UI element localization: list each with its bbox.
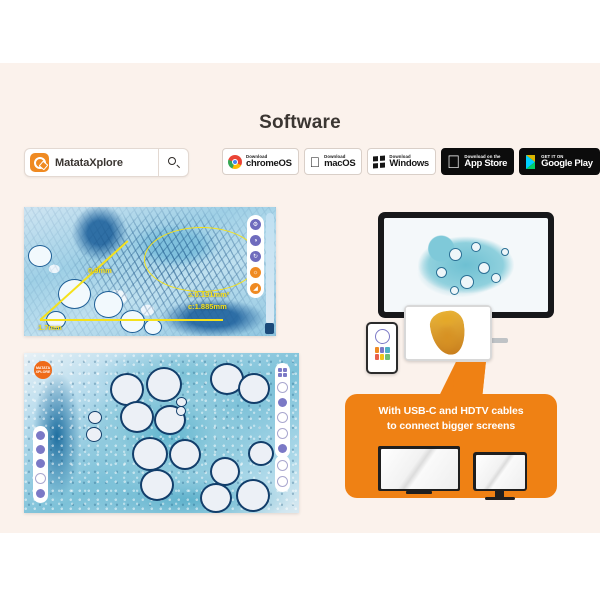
photo-icon[interactable] — [36, 445, 45, 454]
rotate-icon[interactable]: ↻ — [250, 251, 261, 262]
circle-icon[interactable] — [35, 473, 46, 484]
image-scrollbar[interactable] — [266, 213, 274, 325]
measurement-horizontal-label: 1.7mm — [38, 323, 62, 332]
measurement-area-label: s:0.191mm² — [188, 290, 230, 299]
tablet-device — [404, 305, 492, 361]
zoom-out-icon[interactable] — [277, 476, 288, 487]
contrast-icon[interactable]: ◑ — [250, 235, 261, 246]
badge-main: macOS — [313, 157, 356, 169]
layers-icon[interactable] — [278, 444, 287, 453]
thumbnail-preview[interactable] — [265, 323, 274, 334]
specimen-preview — [403, 223, 529, 307]
callout-tail — [438, 362, 486, 398]
tablet-screen — [406, 307, 490, 359]
video-icon[interactable] — [36, 459, 45, 468]
smartphone-device — [366, 322, 398, 374]
apple-icon:  — [310, 155, 321, 169]
capture-screenshot-card: 0.9mm 1.7mm s:0.191mm² c:1.885mm ⚙ ◑ ↻ ☼… — [24, 207, 276, 336]
app-watermark-badge: MATATA XPLORE — [34, 361, 52, 379]
gallery-screenshot-card: MATATA XPLORE — [24, 353, 299, 513]
brightness-icon[interactable]: ☼ — [250, 267, 261, 278]
monitor-screen-icon — [473, 452, 527, 500]
measure-icon[interactable]: ◢ — [250, 283, 261, 294]
measurement-diagonal-label: 0.9mm — [88, 266, 112, 275]
chrome-icon — [228, 154, 242, 169]
settings-icon[interactable] — [36, 489, 45, 498]
badge-google-play[interactable]: GET IT ON Google Play — [519, 148, 600, 175]
apple-icon:  — [447, 153, 461, 171]
callout-line-2: to connect bigger screens — [386, 420, 516, 433]
contrast-icon[interactable] — [278, 398, 287, 407]
search-icon — [168, 157, 180, 168]
badge-main: chromeOS — [246, 157, 292, 169]
rotate-icon[interactable] — [277, 412, 288, 423]
measurement-circumference-label: c:1.885mm — [188, 302, 227, 311]
badge-text: MATATA XPLORE — [35, 365, 51, 374]
phone-screen — [368, 324, 396, 372]
badge-main: Windows — [378, 157, 429, 169]
desktop-monitor — [378, 212, 554, 318]
software-page: Software MatataXplore Download chromeOS … — [0, 0, 600, 600]
badge-windows[interactable]: Download Windows — [367, 148, 436, 175]
tv-screen-icon — [378, 446, 460, 494]
badge-app-store[interactable]:  Download on the App Store — [440, 148, 515, 175]
badge-main: App Store — [440, 157, 507, 169]
callout-text: With USB-C and HDTV cables to connect bi… — [345, 404, 557, 434]
badge-main: Google Play — [517, 157, 593, 169]
device-cluster — [348, 212, 570, 374]
phone-dial-icon — [374, 329, 390, 344]
zoom-in-icon[interactable] — [277, 460, 288, 471]
brightness-icon[interactable] — [277, 428, 288, 439]
matataxplore-logo-icon — [30, 153, 49, 172]
specimen-preview-orange — [428, 309, 468, 357]
focus-icon[interactable] — [277, 382, 288, 393]
page-title: Software — [259, 112, 341, 133]
usb-c-callout: With USB-C and HDTV cables to connect bi… — [345, 394, 557, 500]
google-play-icon — [525, 154, 537, 169]
app-name-label: MatataXplore — [55, 156, 123, 169]
monitor-screen — [384, 218, 548, 312]
app-search-bar[interactable]: MatataXplore — [24, 148, 189, 177]
grid-icon[interactable] — [278, 368, 287, 377]
badge-chromeos[interactable]: Download chromeOS — [222, 148, 299, 175]
gallery-zoom-toolbar — [275, 455, 290, 492]
badge-macos[interactable]:  Download macOS — [303, 148, 363, 175]
gallery-right-toolbar — [275, 363, 290, 458]
search-button[interactable] — [159, 149, 188, 176]
gallery-left-toolbar — [33, 426, 48, 503]
capture-toolbar: ⚙ ◑ ↻ ☼ ◢ — [247, 215, 264, 298]
camera-icon[interactable] — [36, 431, 45, 440]
annotation-ellipse — [144, 227, 259, 292]
download-badges: Download chromeOS  Download macOS Downl… — [222, 148, 600, 175]
annotation-horizontal-line — [40, 319, 223, 321]
windows-icon — [373, 154, 386, 169]
phone-app-grid-icon — [374, 347, 390, 360]
callout-line-1: With USB-C and HDTV cables — [378, 405, 524, 417]
settings-icon[interactable]: ⚙ — [250, 219, 261, 230]
